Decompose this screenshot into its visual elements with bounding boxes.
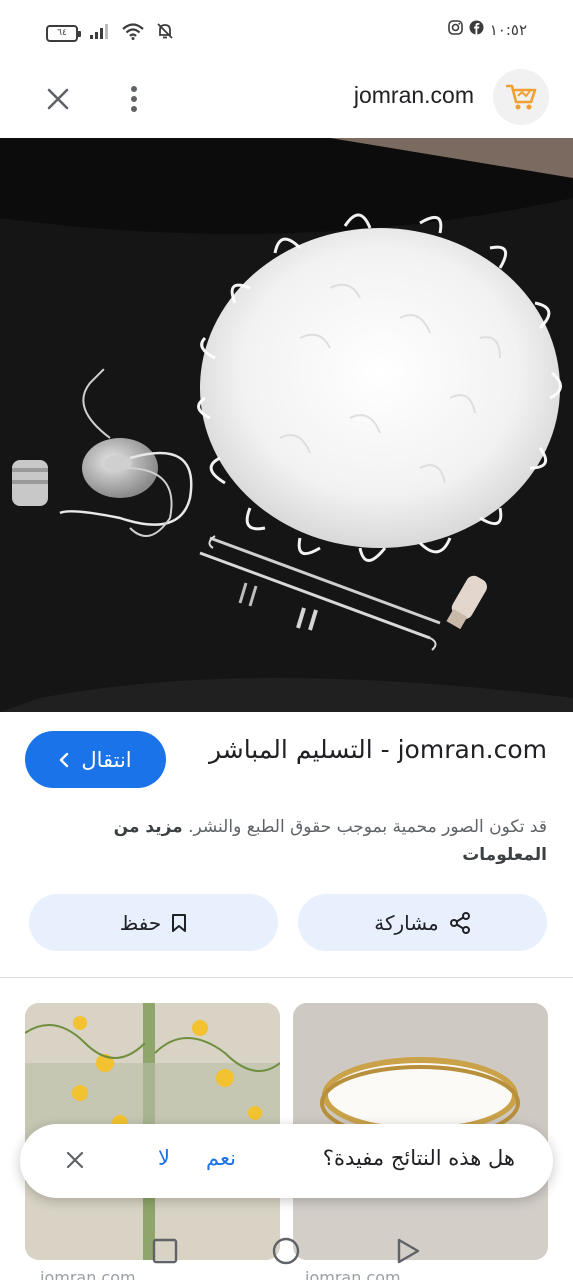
status-bar: ٦٤ ١٠:٥٢ — [0, 0, 573, 62]
instagram-icon — [447, 20, 463, 39]
feather-lamp-photo — [0, 138, 573, 712]
close-icon — [66, 1151, 84, 1169]
clock-time: ١٠:٥٢ — [489, 20, 527, 39]
system-nav-bar — [0, 1220, 573, 1280]
status-icons-right: ١٠:٥٢ — [447, 20, 527, 39]
copyright-notice: قد تكون الصور محمية بموجب حقوق الطبع وال… — [27, 813, 547, 869]
result-title[interactable]: jomran.com - التسليم المباشر — [207, 732, 547, 768]
more-vert-icon — [131, 86, 137, 112]
triangle-back-icon — [397, 1238, 420, 1264]
feedback-yes-button[interactable]: نعم — [206, 1146, 236, 1170]
more-options-button[interactable] — [114, 79, 154, 119]
back-button[interactable] — [391, 1234, 425, 1268]
facebook-icon — [469, 20, 484, 39]
share-icon — [449, 911, 470, 934]
wifi-icon — [122, 22, 144, 44]
feedback-prompt: هل هذه النتائج مفيدة؟ نعم لا — [20, 1124, 553, 1198]
mute-bell-icon — [156, 22, 174, 44]
feedback-question: هل هذه النتائج مفيدة؟ — [322, 1146, 515, 1170]
circle-icon — [272, 1237, 300, 1265]
chevron-left-icon — [60, 752, 69, 767]
section-divider — [0, 977, 573, 978]
square-icon — [152, 1238, 178, 1264]
visit-label: انتقال — [81, 747, 132, 772]
recents-button[interactable] — [148, 1234, 182, 1268]
battery-level: ٦٤ — [57, 28, 67, 38]
signal-icon — [90, 23, 110, 43]
close-icon — [47, 88, 69, 110]
feedback-no-button[interactable]: لا — [158, 1146, 170, 1170]
close-button[interactable] — [38, 79, 78, 119]
shopping-cart-logo-icon — [506, 84, 537, 110]
share-label: مشاركة — [374, 910, 439, 935]
home-button[interactable] — [269, 1234, 303, 1268]
battery-icon: ٦٤ — [46, 24, 81, 42]
viewer-header: jomran.com — [0, 62, 573, 138]
copyright-text: قد تكون الصور محمية بموجب حقوق الطبع وال… — [188, 817, 547, 837]
result-info: انتقال jomran.com - التسليم المباشر قد ت… — [0, 712, 573, 977]
bookmark-icon — [172, 913, 187, 932]
main-image[interactable] — [0, 138, 573, 712]
save-label: حفظ — [119, 910, 162, 935]
save-button[interactable]: حفظ — [29, 894, 278, 951]
status-icons-left: ٦٤ — [46, 22, 174, 44]
feedback-close-button[interactable] — [60, 1145, 90, 1175]
site-logo[interactable] — [493, 69, 549, 125]
share-button[interactable]: مشاركة — [298, 894, 547, 951]
site-domain[interactable]: jomran.com — [354, 82, 474, 109]
visit-button[interactable]: انتقال — [25, 731, 166, 788]
